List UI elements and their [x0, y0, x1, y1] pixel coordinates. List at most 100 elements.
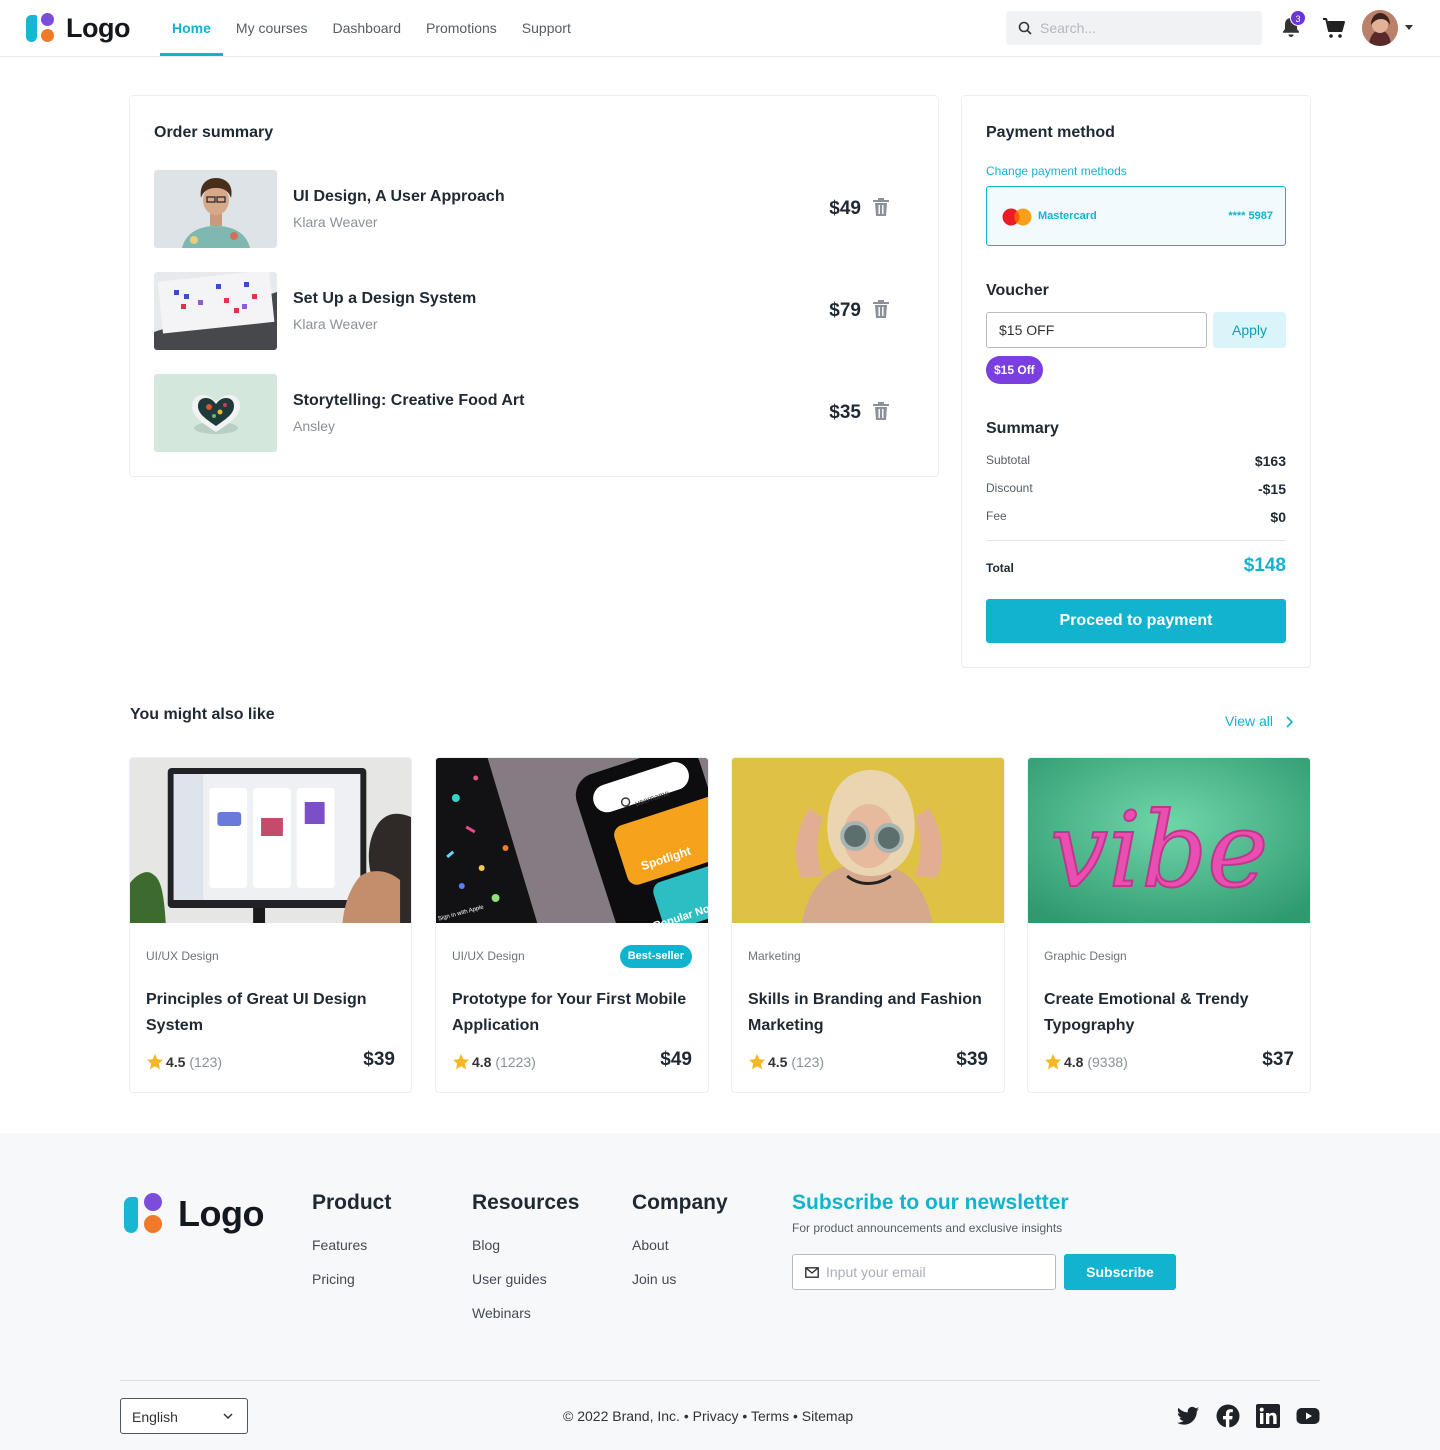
language-value: English — [132, 1409, 178, 1425]
main-nav: Home My courses Dashboard Promotions Sup… — [160, 0, 584, 56]
caret-down-icon[interactable] — [1405, 25, 1413, 30]
footer-link-join-us[interactable]: Join us — [632, 1271, 728, 1287]
footer-column-resources: Resources Blog User guides Webinars — [472, 1191, 579, 1339]
course-price: $39 — [956, 1049, 988, 1070]
summary-row-discount: Discount -$15 — [986, 481, 1286, 499]
change-payment-link[interactable]: Change payment methods — [986, 164, 1127, 178]
order-item: Storytelling: Creative Food Art Ansley $… — [154, 374, 916, 452]
privacy-link[interactable]: Privacy — [693, 1408, 739, 1424]
item-price: $35 — [829, 402, 861, 423]
summary-title: Summary — [986, 420, 1059, 437]
chevron-right-icon[interactable] — [1284, 715, 1294, 729]
course-card[interactable]: UI/UX Design Principles of Great UI Desi… — [129, 757, 412, 1093]
course-rating: 4.8 (9338) — [1064, 1054, 1128, 1070]
youtube-icon[interactable] — [1296, 1404, 1320, 1428]
cart-icon[interactable] — [1322, 17, 1346, 39]
apply-button[interactable]: Apply — [1213, 312, 1286, 348]
footer-link-webinars[interactable]: Webinars — [472, 1305, 579, 1321]
selected-card[interactable]: Mastercard **** 5987 — [986, 186, 1286, 246]
star-icon — [453, 1054, 469, 1070]
course-thumbnail — [154, 170, 277, 248]
terms-link[interactable]: Terms — [751, 1408, 789, 1424]
summary-value: $0 — [1270, 509, 1286, 525]
copyright: © 2022 Brand, Inc. • Privacy • Terms • S… — [563, 1408, 854, 1424]
course-category: Marketing — [748, 949, 801, 963]
item-title[interactable]: Set Up a Design System — [293, 290, 476, 308]
trash-icon[interactable] — [872, 299, 890, 319]
footer-link-about[interactable]: About — [632, 1237, 728, 1253]
course-title[interactable]: Principles of Great UI Design System — [146, 987, 396, 1039]
avatar[interactable] — [1362, 10, 1398, 46]
rating-value: 4.8 — [472, 1054, 492, 1070]
item-author: Klara Weaver — [293, 316, 378, 332]
course-title[interactable]: Create Emotional & Trendy Typography — [1044, 987, 1294, 1039]
rating-count: (123) — [189, 1054, 223, 1070]
email-input[interactable] — [826, 1255, 1046, 1289]
footer-link-blog[interactable]: Blog — [472, 1237, 579, 1253]
search-input[interactable] — [1040, 11, 1250, 45]
course-rating: 4.5 (123) — [768, 1054, 824, 1070]
voucher-input[interactable] — [986, 312, 1207, 348]
rating-value: 4.5 — [768, 1054, 788, 1070]
item-author: Ansley — [293, 418, 336, 434]
item-title[interactable]: Storytelling: Creative Food Art — [293, 392, 524, 410]
summary-label: Subtotal — [986, 453, 1031, 467]
item-price: $49 — [829, 198, 861, 219]
footer-column-title: Product — [312, 1191, 392, 1214]
course-card[interactable]: Sign in with Apple username Spotlight Popul… — [435, 757, 709, 1093]
footer: Logo Product Features Pricing Resources … — [0, 1133, 1440, 1450]
logo-mark-icon — [124, 1193, 166, 1235]
course-title[interactable]: Skills in Branding and Fashion Marketing — [748, 987, 998, 1039]
footer-link-features[interactable]: Features — [312, 1237, 391, 1253]
order-item: Set Up a Design System Klara Weaver $79 — [154, 272, 916, 350]
footer-divider — [120, 1380, 1320, 1381]
card-number: **** 5987 — [1228, 210, 1273, 222]
divider — [986, 540, 1286, 541]
logo-mark-icon — [26, 12, 58, 44]
facebook-icon[interactable] — [1216, 1404, 1240, 1428]
summary-value: $163 — [1254, 453, 1286, 469]
summary-value: -$15 — [1257, 481, 1286, 497]
chevron-down-icon — [223, 1413, 233, 1420]
course-price: $39 — [363, 1049, 395, 1070]
summary-row-subtotal: Subtotal $163 — [986, 453, 1286, 471]
footer-logo[interactable]: Logo — [124, 1193, 264, 1235]
nav-support[interactable]: Support — [510, 0, 583, 56]
nav-home[interactable]: Home — [160, 0, 223, 56]
twitter-icon[interactable] — [1176, 1404, 1200, 1428]
order-summary-card: Order summary UI Design, A User Approach… — [129, 95, 939, 477]
footer-link-user-guides[interactable]: User guides — [472, 1271, 579, 1287]
course-card[interactable]: Marketing Skills in Branding and Fashion… — [731, 757, 1005, 1093]
nav-dashboard[interactable]: Dashboard — [320, 0, 413, 56]
star-icon — [1045, 1054, 1061, 1070]
item-title[interactable]: UI Design, A User Approach — [293, 188, 505, 206]
proceed-to-payment-button[interactable]: Proceed to payment — [986, 599, 1286, 643]
nav-promotions[interactable]: Promotions — [414, 0, 509, 56]
footer-column-product: Product Features Pricing — [312, 1191, 391, 1305]
course-card[interactable]: vibe Graphic Design Create Emotional & T… — [1027, 757, 1311, 1093]
top-nav-bar: Logo Home My courses Dashboard Promotion… — [0, 0, 1440, 57]
sitemap-link[interactable]: Sitemap — [802, 1408, 853, 1424]
newsletter-title: Subscribe to our newsletter — [792, 1191, 1069, 1214]
language-select[interactable]: English — [120, 1398, 248, 1434]
subscribe-button[interactable]: Subscribe — [1064, 1254, 1176, 1290]
trash-icon[interactable] — [872, 401, 890, 421]
applied-voucher-chip[interactable]: $15 Off — [986, 356, 1043, 384]
view-all-link[interactable]: View all — [1225, 713, 1273, 729]
summary-label: Fee — [986, 509, 1007, 523]
search-box[interactable] — [1006, 11, 1262, 45]
newsletter-email-field[interactable] — [792, 1254, 1056, 1290]
footer-link-pricing[interactable]: Pricing — [312, 1271, 391, 1287]
rating-count: (9338) — [1087, 1054, 1128, 1070]
item-author: Klara Weaver — [293, 214, 378, 230]
logo[interactable]: Logo — [26, 12, 130, 44]
footer-column-title: Resources — [472, 1191, 580, 1214]
trash-icon[interactable] — [872, 197, 890, 217]
order-item: UI Design, A User Approach Klara Weaver … — [154, 170, 916, 248]
recommended-title: You might also like — [130, 706, 275, 723]
course-image — [732, 758, 1004, 923]
nav-my-courses[interactable]: My courses — [224, 0, 320, 56]
course-title[interactable]: Prototype for Your First Mobile Applicat… — [452, 987, 702, 1039]
linkedin-icon[interactable] — [1256, 1404, 1280, 1428]
course-rating: 4.5 (123) — [166, 1054, 222, 1070]
